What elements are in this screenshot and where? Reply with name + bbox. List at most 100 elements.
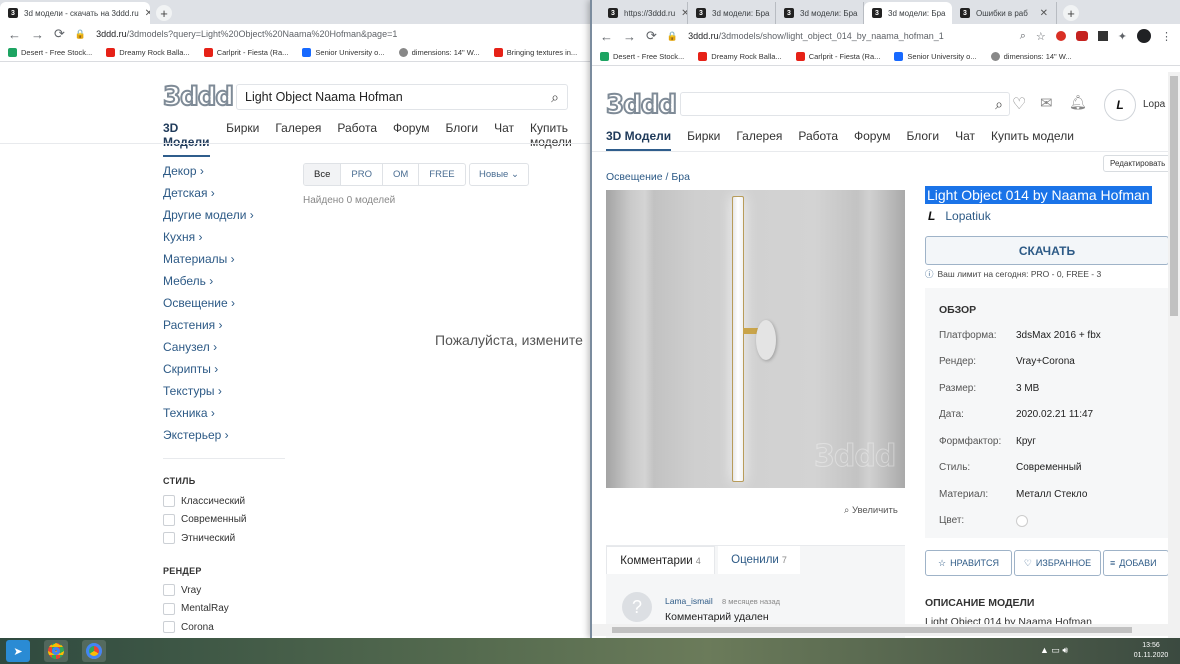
edit-button[interactable]: Редактировать: [1103, 155, 1173, 172]
close-tab-icon[interactable]: ✕: [1040, 8, 1048, 19]
vertical-scrollbar[interactable]: [1168, 72, 1180, 638]
bookmark-item[interactable]: Dreamy Rock Balla...: [106, 48, 190, 57]
category-item[interactable]: Санузел ›: [163, 336, 254, 358]
category-item[interactable]: Декор ›: [163, 160, 254, 182]
nav-buy-models[interactable]: Купить модели: [530, 121, 590, 157]
tab-item[interactable]: 3https://3ddd.ru✕: [600, 2, 688, 24]
search-box-2[interactable]: ⌕: [680, 92, 1010, 116]
author-link[interactable]: L Lopatiuk: [928, 209, 991, 223]
nav-tags[interactable]: Бирки: [226, 121, 259, 157]
category-item[interactable]: Материалы ›: [163, 248, 254, 270]
forward-icon[interactable]: →: [31, 27, 44, 42]
user-name[interactable]: Lopa: [1143, 99, 1165, 110]
site-logo[interactable]: 3ddd: [162, 83, 235, 111]
category-item[interactable]: Мебель ›: [163, 270, 254, 292]
bookmark-item[interactable]: Senior University o...: [894, 52, 977, 61]
sort-select[interactable]: Новые ⌄: [469, 163, 529, 186]
scroll-thumb-h[interactable]: [612, 627, 1132, 633]
nav-work[interactable]: Работа: [337, 121, 377, 157]
category-item[interactable]: Освещение ›: [163, 292, 254, 314]
tab-item[interactable]: 33d модели: Бра✕: [776, 2, 864, 24]
new-tab-button[interactable]: +: [1063, 5, 1079, 21]
extension-icon[interactable]: [1055, 31, 1066, 41]
nav-gallery[interactable]: Галерея: [275, 121, 321, 157]
tab-rated[interactable]: Оценили 7: [718, 546, 800, 574]
nav-chat[interactable]: Чат: [494, 121, 514, 157]
bookmark-item[interactable]: dimensions: 14" W...: [990, 52, 1072, 61]
search-icon[interactable]: ⌕: [995, 96, 1003, 113]
bookmark-item[interactable]: Senior University o...: [302, 48, 385, 57]
heart-icon[interactable]: ♡: [1012, 94, 1026, 114]
bookmark-item[interactable]: Desert - Free Stock...: [600, 52, 684, 61]
profile-avatar-icon[interactable]: [1137, 29, 1151, 43]
render-checkbox[interactable]: MentalRay: [163, 600, 229, 619]
product-image[interactable]: 3ddd: [606, 190, 905, 488]
zoom-link[interactable]: ⌕ Увеличить: [844, 505, 898, 516]
tab-item[interactable]: 3 Ошибки в раб ✕: [952, 2, 1057, 24]
category-item[interactable]: Кухня ›: [163, 226, 254, 248]
forward-icon[interactable]: →: [623, 29, 636, 44]
menu-icon[interactable]: ⋮: [1161, 30, 1172, 43]
like-button[interactable]: ☆ НРАВИТСЯ: [925, 550, 1012, 576]
nav-blogs[interactable]: Блоги: [445, 121, 478, 157]
category-item[interactable]: Скрипты ›: [163, 358, 254, 380]
category-item[interactable]: Детская ›: [163, 182, 254, 204]
bookmark-item[interactable]: dimensions: 14" W...: [398, 48, 480, 57]
nav-buy-models[interactable]: Купить модели: [991, 129, 1074, 151]
chrome-icon[interactable]: [44, 640, 68, 662]
filter-om[interactable]: ОМ: [381, 164, 418, 185]
comment-author[interactable]: Lama_ismail: [665, 596, 713, 606]
nav-work[interactable]: Работа: [798, 129, 838, 151]
extension-icon[interactable]: [1075, 31, 1088, 41]
reload-icon[interactable]: ⟳: [646, 28, 657, 44]
search-input[interactable]: Light Object Naama Hofman: [245, 90, 551, 104]
nav-3d-models[interactable]: 3D Модели: [163, 121, 211, 157]
nav-chat[interactable]: Чат: [955, 129, 975, 151]
tab-comments[interactable]: Комментарии 4: [606, 546, 715, 574]
mail-icon[interactable]: ✉: [1040, 94, 1053, 112]
close-tab-icon[interactable]: ✕: [145, 8, 150, 19]
extension-icon[interactable]: [1097, 31, 1108, 41]
category-item[interactable]: Текстуры ›: [163, 380, 254, 402]
tab-item[interactable]: 33d модели: Бра✕: [688, 2, 776, 24]
category-item[interactable]: Техника ›: [163, 402, 254, 424]
search-box[interactable]: Light Object Naama Hofman ⌕: [236, 84, 568, 110]
bookmark-item[interactable]: Carlprit - Fiesta (Ra...: [795, 52, 880, 61]
style-checkbox[interactable]: Классический: [163, 492, 246, 511]
render-checkbox[interactable]: Corona: [163, 618, 229, 637]
tray-icons[interactable]: ▲ ▭ 🔊︎: [1040, 645, 1068, 656]
reload-icon[interactable]: ⟳: [54, 26, 65, 42]
site-logo-2[interactable]: 3ddd: [605, 91, 678, 119]
back-icon[interactable]: ←: [600, 29, 613, 44]
bookmark-item[interactable]: Carlprit - Fiesta (Ra...: [203, 48, 288, 57]
style-checkbox[interactable]: Этнический: [163, 529, 246, 548]
scroll-thumb[interactable]: [1170, 76, 1178, 316]
search-icon[interactable]: ⌕: [551, 89, 559, 106]
filter-pro[interactable]: PRO: [340, 164, 382, 185]
tab-search[interactable]: 3 3d модели - скачать на 3ddd.ru ✕: [0, 2, 150, 24]
telegram-icon[interactable]: ➤: [6, 640, 30, 662]
bookmark-item[interactable]: Bringing textures in...: [493, 48, 577, 57]
chrome-icon[interactable]: [82, 640, 106, 662]
tab-item-active[interactable]: 33d модели: Бра✕: [864, 2, 952, 24]
bell-icon[interactable]: 🔔︎: [1069, 94, 1087, 111]
system-clock[interactable]: 13:56 01.11.2020: [1128, 641, 1174, 661]
nav-forum[interactable]: Форум: [854, 129, 890, 151]
horizontal-scrollbar[interactable]: [592, 624, 1168, 636]
nav-forum[interactable]: Форум: [393, 121, 429, 157]
category-item[interactable]: Экстерьер ›: [163, 424, 254, 446]
puzzle-icon[interactable]: ✦: [1118, 30, 1127, 43]
star-icon[interactable]: ☆: [1036, 30, 1046, 43]
url-field[interactable]: 3ddd.ru/3dmodels/show/light_object_014_b…: [688, 31, 1010, 41]
breadcrumb[interactable]: Освещение / Бра: [606, 171, 690, 183]
user-avatar[interactable]: L: [1104, 89, 1136, 121]
category-item[interactable]: Другие модели ›: [163, 204, 254, 226]
add-to-collection-button[interactable]: ≡ ДОБАВИ: [1103, 550, 1169, 576]
render-checkbox[interactable]: Vray: [163, 581, 229, 600]
bookmark-item[interactable]: Desert - Free Stock...: [8, 48, 92, 57]
bookmark-item[interactable]: Dreamy Rock Balla...: [698, 52, 782, 61]
favorite-button[interactable]: ♡ ИЗБРАННОЕ: [1014, 550, 1101, 576]
back-icon[interactable]: ←: [8, 27, 21, 42]
zoom-icon[interactable]: ⌕: [1020, 30, 1026, 43]
url-field[interactable]: 3ddd.ru/3dmodels?query=Light%20Object%20…: [96, 29, 397, 39]
